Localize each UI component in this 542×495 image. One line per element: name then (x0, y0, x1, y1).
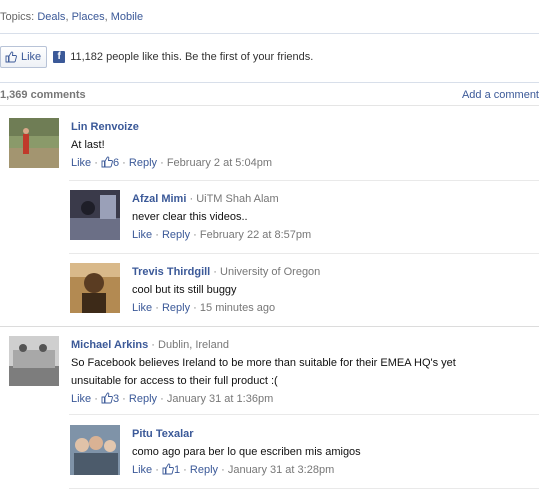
like-bar: Like f 11,182 people like this. Be the f… (0, 45, 313, 69)
reply-link[interactable]: Reply (162, 302, 190, 314)
comment-timestamp: February 22 at 8:57pm (199, 229, 312, 241)
comment-author[interactable]: Michael Arkins (71, 339, 148, 351)
like-link[interactable]: Like (71, 393, 91, 405)
avatar[interactable] (70, 263, 120, 313)
avatar[interactable] (70, 425, 120, 475)
reply-divider (69, 414, 539, 415)
comment-item: Michael Arkins · Dublin, Ireland So Face… (9, 336, 501, 408)
comment-timestamp: February 2 at 5:04pm (166, 157, 272, 169)
like-link[interactable]: Like (132, 302, 152, 314)
reply-item: Pitu Texalar como ago para ber lo que es… (70, 425, 361, 479)
topics-prefix: Topics: (0, 11, 35, 23)
header-divider (0, 105, 539, 106)
reply-link[interactable]: Reply (129, 393, 157, 405)
comment-timestamp: January 31 at 1:36pm (166, 393, 274, 405)
comment-meta: Like · Reply · February 22 at 8:57pm (132, 229, 312, 241)
comment-author[interactable]: Afzal Mimi (132, 193, 186, 205)
comment-text: cool but its still buggy (132, 284, 237, 296)
topic-link-places[interactable]: Places (72, 11, 105, 23)
thumbs-up-icon (101, 156, 113, 168)
avatar[interactable] (9, 336, 59, 386)
comment-item: Lin Renvoize At last! Like · 6 · Reply ·… (9, 118, 272, 172)
topics-line: Topics: Deals, Places, Mobile (0, 11, 144, 23)
comment-author[interactable]: Pitu Texalar (132, 428, 194, 440)
comment-meta: Like · 3 · Reply · January 31 at 1:36pm (71, 392, 274, 405)
comment-meta: Like · 6 · Reply · February 2 at 5:04pm (71, 156, 272, 169)
reply-link[interactable]: Reply (129, 157, 157, 169)
comments-header: 1,369 comments Add a comment (0, 89, 539, 101)
like-count[interactable]: 3 (113, 393, 119, 405)
author-affiliation: Dublin, Ireland (158, 339, 229, 351)
comment-timestamp: 15 minutes ago (199, 302, 276, 314)
like-button-label: Like (21, 51, 42, 63)
comment-text: At last! (71, 139, 105, 151)
comment-count: 1,369 comments (0, 89, 86, 101)
reply-divider (69, 253, 539, 254)
topic-link-deals[interactable]: Deals (37, 11, 65, 23)
reply-divider (69, 180, 539, 181)
comment-text: never clear this videos.. (132, 211, 248, 223)
like-button[interactable]: Like (0, 46, 48, 68)
like-link[interactable]: Like (132, 229, 152, 241)
like-summary-text: 11,182 people like this. Be the first of… (70, 51, 314, 63)
top-divider (0, 33, 539, 34)
thumbs-up-icon (101, 392, 113, 404)
like-link[interactable]: Like (132, 464, 152, 476)
avatar[interactable] (9, 118, 59, 168)
add-comment-link[interactable]: Add a comment (462, 89, 539, 101)
reply-divider (69, 488, 539, 489)
thumbs-up-icon (5, 51, 17, 63)
like-count[interactable]: 1 (174, 464, 180, 476)
like-link[interactable]: Like (71, 157, 91, 169)
reply-link[interactable]: Reply (162, 229, 190, 241)
reply-link[interactable]: Reply (190, 464, 218, 476)
topic-link-mobile[interactable]: Mobile (111, 11, 143, 23)
comment-meta: Like · 1 · Reply · January 31 at 3:28pm (132, 463, 335, 476)
thumbs-up-icon (162, 463, 174, 475)
comments-divider (0, 82, 539, 83)
avatar[interactable] (70, 190, 120, 240)
comment-meta: Like · Reply · 15 minutes ago (132, 302, 276, 314)
comment-author[interactable]: Trevis Thirdgill (132, 266, 210, 278)
author-affiliation: University of Oregon (220, 266, 321, 278)
comment-author[interactable]: Lin Renvoize (71, 121, 139, 133)
comment-text: como ago para ber lo que escriben mis am… (132, 446, 361, 458)
reply-item: Trevis Thirdgill · University of Oregon … (70, 263, 320, 317)
comment-text: So Facebook believes Ireland to be more … (71, 357, 456, 387)
facebook-icon: f (53, 51, 66, 63)
reply-item: Afzal Mimi · UiTM Shah Alam never clear … (70, 190, 311, 244)
comment-timestamp: January 31 at 3:28pm (227, 464, 335, 476)
comment-divider (0, 326, 539, 327)
like-count[interactable]: 6 (113, 157, 119, 169)
author-affiliation: UiTM Shah Alam (196, 193, 279, 205)
